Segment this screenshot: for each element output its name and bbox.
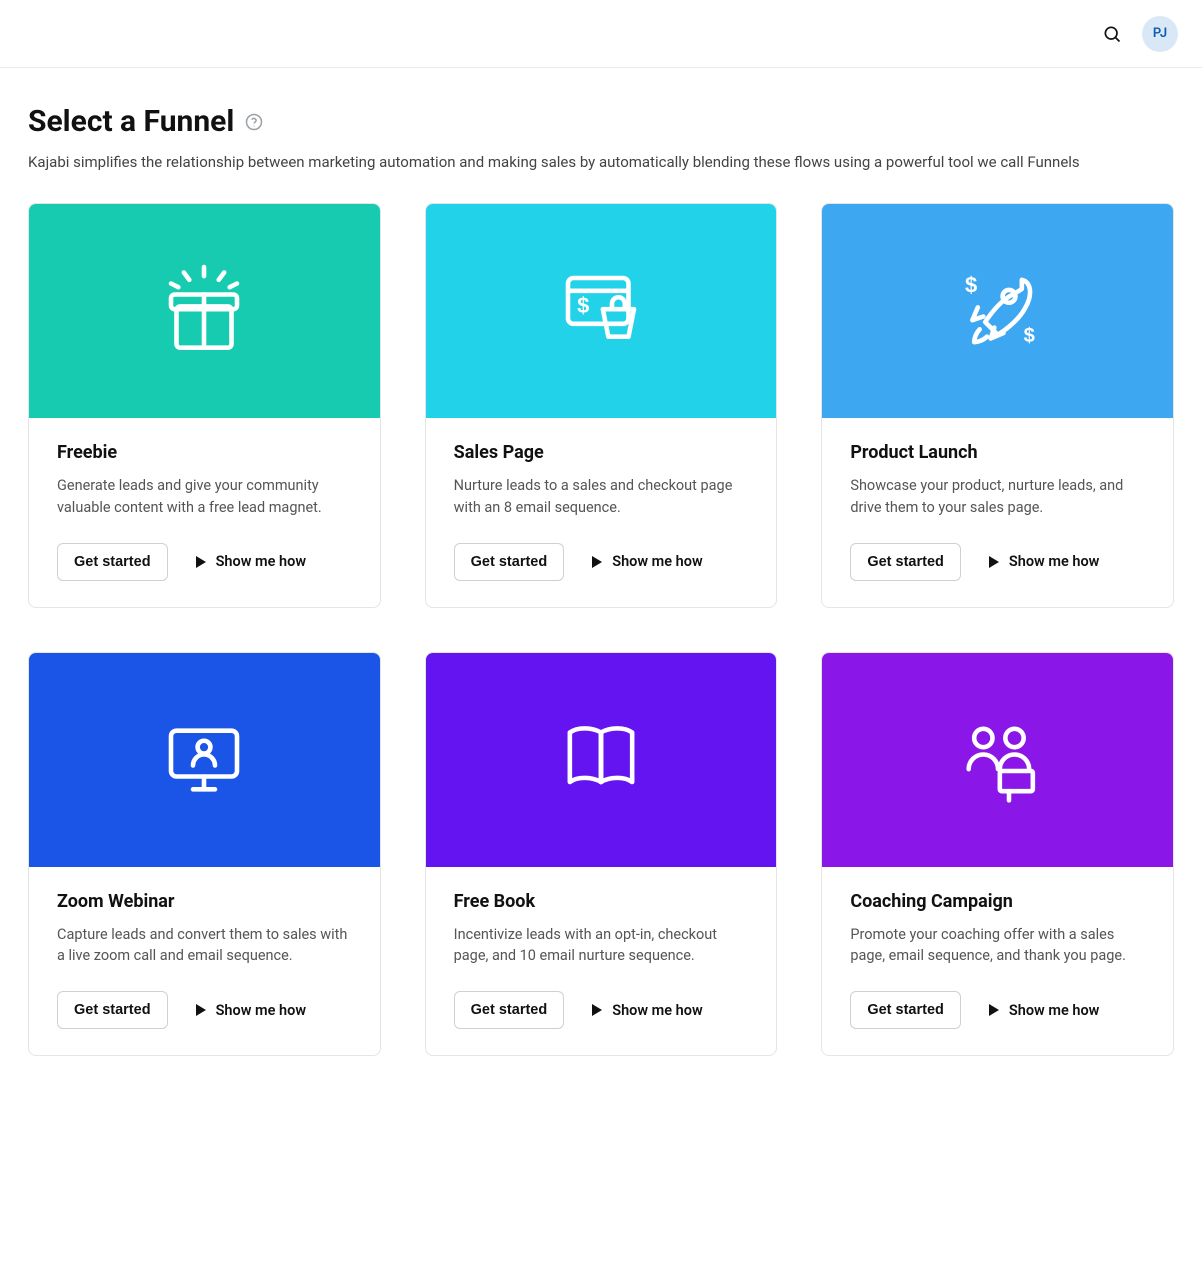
funnel-actions: Get started Show me how — [850, 543, 1145, 581]
funnel-actions: Get started Show me how — [454, 991, 749, 1029]
show-me-how-link[interactable]: Show me how — [196, 553, 306, 570]
show-me-how-label: Show me how — [216, 553, 306, 570]
funnel-description: Capture leads and convert them to sales … — [57, 924, 352, 968]
show-me-how-link[interactable]: Show me how — [989, 553, 1099, 570]
funnel-hero — [822, 653, 1173, 867]
funnel-hero — [426, 653, 777, 867]
funnel-grid: Freebie Generate leads and give your comm… — [28, 203, 1174, 1056]
funnel-title: Free Book — [454, 891, 749, 912]
rocket-money-icon — [943, 256, 1053, 366]
show-me-how-link[interactable]: Show me how — [592, 1002, 702, 1019]
funnel-body: Zoom Webinar Capture leads and convert th… — [29, 867, 380, 1056]
funnel-title: Product Launch — [850, 442, 1145, 463]
get-started-button[interactable]: Get started — [454, 543, 565, 581]
play-icon — [196, 556, 206, 568]
show-me-how-label: Show me how — [612, 553, 702, 570]
search-icon[interactable] — [1102, 24, 1122, 44]
show-me-how-link[interactable]: Show me how — [196, 1002, 306, 1019]
funnel-description: Incentivize leads with an opt-in, checko… — [454, 924, 749, 968]
funnel-body: Free Book Incentivize leads with an opt-i… — [426, 867, 777, 1056]
page-title: Select a Funnel — [28, 104, 234, 139]
avatar[interactable]: PJ — [1142, 16, 1178, 52]
funnel-actions: Get started Show me how — [850, 991, 1145, 1029]
show-me-how-label: Show me how — [216, 1002, 306, 1019]
page-subtitle: Kajabi simplifies the relationship betwe… — [28, 153, 1174, 171]
get-started-button[interactable]: Get started — [850, 543, 961, 581]
funnel-hero — [822, 204, 1173, 418]
funnel-body: Sales Page Nurture leads to a sales and c… — [426, 418, 777, 607]
funnel-body: Product Launch Showcase your product, nur… — [822, 418, 1173, 607]
webinar-icon — [149, 705, 259, 815]
funnel-card: Product Launch Showcase your product, nur… — [821, 203, 1174, 608]
funnel-title: Sales Page — [454, 442, 749, 463]
book-icon — [546, 705, 656, 815]
coaching-icon — [943, 705, 1053, 815]
show-me-how-link[interactable]: Show me how — [592, 553, 702, 570]
show-me-how-label: Show me how — [1009, 553, 1099, 570]
play-icon — [592, 556, 602, 568]
funnel-title: Freebie — [57, 442, 352, 463]
play-icon — [196, 1004, 206, 1016]
funnel-title: Coaching Campaign — [850, 891, 1145, 912]
funnel-description: Generate leads and give your community v… — [57, 475, 352, 519]
funnel-description: Promote your coaching offer with a sales… — [850, 924, 1145, 968]
funnel-hero — [426, 204, 777, 418]
sales-page-icon — [546, 256, 656, 366]
play-icon — [989, 1004, 999, 1016]
funnel-card: Free Book Incentivize leads with an opt-i… — [425, 652, 778, 1057]
funnel-actions: Get started Show me how — [57, 543, 352, 581]
show-me-how-label: Show me how — [1009, 1002, 1099, 1019]
funnel-body: Freebie Generate leads and give your comm… — [29, 418, 380, 607]
funnel-card: Sales Page Nurture leads to a sales and c… — [425, 203, 778, 608]
get-started-button[interactable]: Get started — [454, 991, 565, 1029]
title-row: Select a Funnel — [28, 104, 1174, 139]
funnel-card: Coaching Campaign Promote your coaching o… — [821, 652, 1174, 1057]
funnel-description: Showcase your product, nurture leads, an… — [850, 475, 1145, 519]
topbar: PJ — [0, 0, 1202, 68]
funnel-hero — [29, 204, 380, 418]
play-icon — [989, 556, 999, 568]
help-icon[interactable] — [244, 112, 264, 132]
funnel-card: Freebie Generate leads and give your comm… — [28, 203, 381, 608]
funnel-body: Coaching Campaign Promote your coaching o… — [822, 867, 1173, 1056]
gift-icon — [149, 256, 259, 366]
funnel-card: Zoom Webinar Capture leads and convert th… — [28, 652, 381, 1057]
funnel-hero — [29, 653, 380, 867]
get-started-button[interactable]: Get started — [57, 543, 168, 581]
funnel-actions: Get started Show me how — [454, 543, 749, 581]
show-me-how-label: Show me how — [612, 1002, 702, 1019]
funnel-actions: Get started Show me how — [57, 991, 352, 1029]
funnel-description: Nurture leads to a sales and checkout pa… — [454, 475, 749, 519]
get-started-button[interactable]: Get started — [57, 991, 168, 1029]
get-started-button[interactable]: Get started — [850, 991, 961, 1029]
show-me-how-link[interactable]: Show me how — [989, 1002, 1099, 1019]
funnel-title: Zoom Webinar — [57, 891, 352, 912]
play-icon — [592, 1004, 602, 1016]
content: Select a Funnel Kajabi simplifies the re… — [0, 68, 1202, 1096]
